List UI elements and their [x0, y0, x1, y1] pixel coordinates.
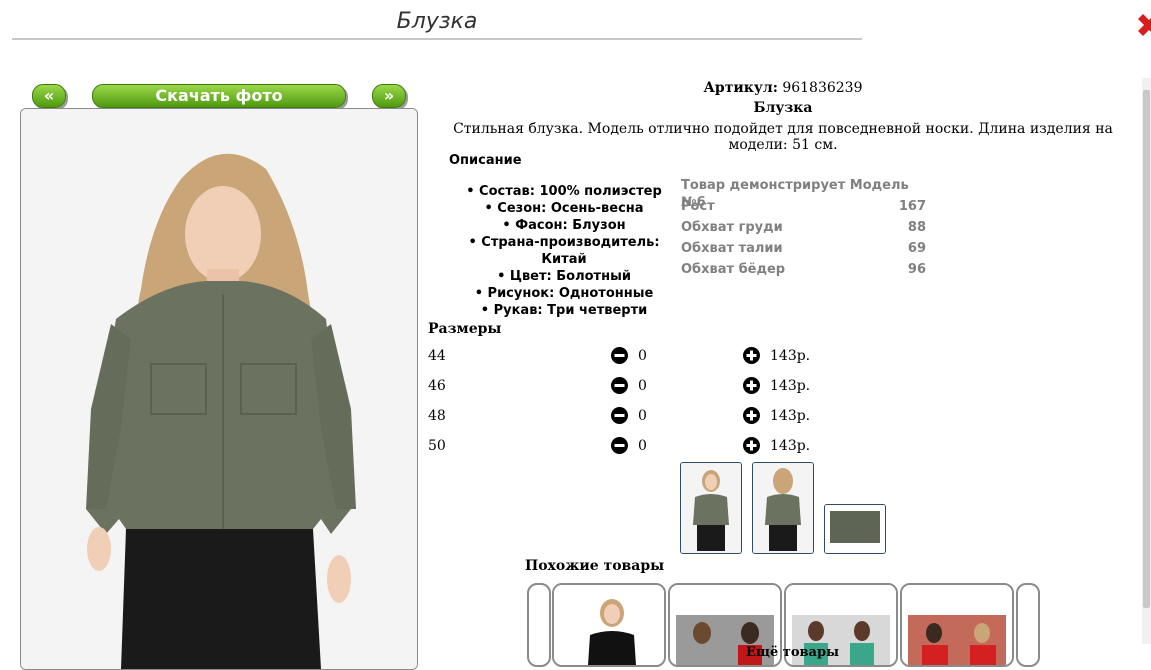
size-price: 143р.	[770, 378, 811, 394]
model-row: Рост 167	[681, 198, 926, 219]
more-products-link[interactable]: Ещё товары	[746, 645, 839, 660]
details-item: • Сезон: Осень-весна	[484, 201, 644, 216]
model-measurements: Товар демонстрирует Модель №6 Рост 167 О…	[681, 177, 926, 282]
model-row-value: 167	[898, 199, 926, 214]
download-photo-button[interactable]: Скачать фото	[92, 84, 346, 108]
size-label: 50	[428, 438, 446, 454]
size-row: 48 0 143р.	[428, 404, 828, 428]
scrollbar-thumb[interactable]	[1143, 90, 1150, 608]
model-row-value: 69	[907, 241, 926, 256]
plus-circle-icon[interactable]	[743, 377, 760, 394]
similar-heading: Похожие товары	[525, 558, 665, 574]
photo-thumbnail[interactable]	[752, 462, 814, 554]
photo-thumbnail[interactable]	[680, 462, 742, 554]
minus-circle-icon[interactable]	[611, 377, 628, 394]
size-label: 48	[428, 408, 446, 424]
details-list: • Состав: 100% полиэстер • Сезон: Осень-…	[446, 183, 682, 319]
article-label: Артикул:	[703, 80, 778, 96]
similar-product-card[interactable]	[900, 583, 1014, 667]
product-photo[interactable]	[20, 108, 418, 670]
plus-circle-icon[interactable]	[743, 347, 760, 364]
similar-scroll-left[interactable]	[527, 583, 551, 667]
minus-circle-icon[interactable]	[611, 347, 628, 364]
model-row: Обхват груди 88	[681, 219, 926, 240]
model-row-label: Рост	[681, 199, 715, 214]
prev-photo-button[interactable]: «	[32, 84, 66, 108]
product-name: Блузка	[753, 100, 813, 116]
fabric-swatch-thumbnail[interactable]	[824, 504, 886, 554]
close-icon[interactable]	[1136, 12, 1151, 38]
plus-circle-icon[interactable]	[743, 407, 760, 424]
size-qty: 0	[638, 348, 647, 364]
size-price: 143р.	[770, 348, 811, 364]
details-item: • Страна-производитель: Китай	[468, 235, 660, 267]
model-row-value: 88	[907, 220, 926, 235]
product-description: Стильная блузка. Модель отлично подойдет…	[453, 121, 1113, 153]
similar-product-card[interactable]	[552, 583, 666, 667]
next-photo-button[interactable]: »	[372, 84, 406, 108]
size-row: 44 0 143р.	[428, 344, 828, 368]
sizes-heading: Размеры	[428, 321, 502, 337]
size-label: 44	[428, 348, 446, 364]
size-row: 46 0 143р.	[428, 374, 828, 398]
details-item: • Рисунок: Однотонные	[474, 286, 654, 301]
model-row: Обхват бёдер 96	[681, 261, 926, 282]
similar-scroll-right[interactable]	[1016, 583, 1040, 667]
details-heading: Описание	[449, 153, 522, 168]
size-price: 143р.	[770, 408, 811, 424]
minus-circle-icon[interactable]	[611, 437, 628, 454]
page-title: Блузка	[12, 6, 862, 40]
article-line: Артикул: 961836239	[428, 80, 1138, 96]
model-heading-text: Товар демонстрирует Модель №6	[681, 178, 909, 210]
size-label: 46	[428, 378, 446, 394]
size-qty: 0	[638, 378, 647, 394]
scrollbar[interactable]	[1142, 78, 1151, 644]
model-row-value: 96	[907, 262, 926, 277]
size-price: 143р.	[770, 438, 811, 454]
model-row: Обхват талии 69	[681, 240, 926, 261]
model-heading: Товар демонстрирует Модель №6	[681, 177, 926, 210]
plus-circle-icon[interactable]	[743, 437, 760, 454]
size-row: 50 0 143р.	[428, 434, 828, 458]
size-qty: 0	[638, 438, 647, 454]
minus-circle-icon[interactable]	[611, 407, 628, 424]
model-row-label: Обхват бёдер	[681, 262, 786, 277]
details-item: • Фасон: Блузон	[502, 218, 626, 233]
details-item: • Цвет: Болотный	[497, 269, 631, 284]
details-item: • Рукав: Три четверти	[480, 303, 648, 318]
model-row-label: Обхват груди	[681, 220, 783, 235]
details-item: • Состав: 100% полиэстер	[466, 184, 662, 199]
size-qty: 0	[638, 408, 647, 424]
model-row-label: Обхват талии	[681, 241, 783, 256]
article-value: 961836239	[782, 80, 863, 96]
